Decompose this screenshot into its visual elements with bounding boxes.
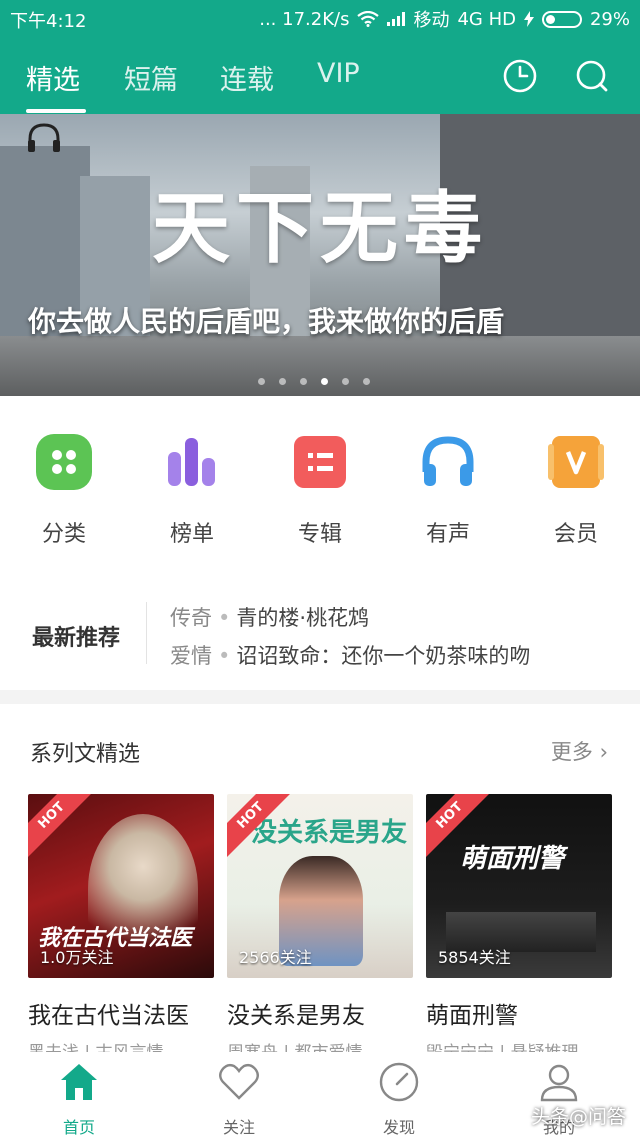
book-title: 没关系是男友 xyxy=(227,1003,365,1029)
follow-count: 5854关注 xyxy=(438,948,511,967)
nav-label: 首页 xyxy=(62,1118,95,1137)
category-label: 有声 xyxy=(425,522,470,547)
latest-tag: 传奇 xyxy=(170,606,212,630)
separator-dot: • xyxy=(218,644,231,668)
clock-icon[interactable] xyxy=(502,58,538,94)
latest-item[interactable]: 爱情 • 诏诏致命：还你一个奶茶味的吻 xyxy=(170,640,530,670)
separator-dot: • xyxy=(218,606,231,630)
latest-text: 青的楼·桃花鸩 xyxy=(236,606,370,630)
cover-title: 萌面刑警 xyxy=(460,844,565,874)
latest-item[interactable]: 传奇 • 青的楼·桃花鸩 xyxy=(170,602,369,632)
chevron-right-icon: › xyxy=(599,740,608,764)
carousel-dot[interactable] xyxy=(363,378,370,385)
category-label: 分类 xyxy=(41,522,86,547)
status-time: 下午4:12 xyxy=(10,11,87,32)
book-title: 萌面刑警 xyxy=(426,1003,518,1029)
book-meta: 毁宁宁宁 | 悬疑推理 xyxy=(426,1038,612,1052)
book-cover: 我在古代当法医 HOT 1.0万关注 xyxy=(28,794,214,978)
watermark: 头条@问答 xyxy=(530,1106,626,1128)
book-title: 我在古代当法医 xyxy=(28,1003,189,1029)
more-label: 更多 xyxy=(550,740,593,764)
category-ranking[interactable]: 榜单 xyxy=(137,434,247,548)
vip-icon xyxy=(548,434,604,490)
tab-serial[interactable]: 连载 xyxy=(220,58,274,97)
user-icon xyxy=(540,1064,578,1102)
nav-discover[interactable]: 发现 xyxy=(349,1060,449,1137)
latest-label: 最新推荐 xyxy=(32,626,121,651)
nav-follow[interactable]: 关注 xyxy=(189,1060,289,1137)
more-link[interactable]: 更多 › xyxy=(551,736,608,766)
category-album[interactable]: 专辑 xyxy=(265,434,375,548)
carousel-dot[interactable] xyxy=(258,378,265,385)
follow-count: 1.0万关注 xyxy=(40,948,114,967)
search-icon[interactable] xyxy=(574,58,610,94)
divider xyxy=(146,602,147,664)
book-card[interactable]: 萌面刑警 HOT 5854关注 萌面刑警 毁宁宁宁 | 悬疑推理 xyxy=(426,794,612,1052)
tab-vip[interactable]: VIP xyxy=(317,58,360,89)
hot-badge: HOT xyxy=(28,794,96,860)
carousel-dot[interactable] xyxy=(321,378,328,385)
nav-label: 关注 xyxy=(222,1118,255,1137)
follow-count: 2566关注 xyxy=(239,948,312,967)
battery-percent: 29% xyxy=(589,8,630,30)
latest-text: 诏诏致命：还你一个奶茶味的吻 xyxy=(236,644,531,668)
book-cover: 萌面刑警 HOT 5854关注 xyxy=(426,794,612,978)
book-meta: 周寒舟 | 都市爱情 xyxy=(227,1038,413,1052)
section-divider xyxy=(0,690,640,704)
banner-subtitle: 你去做人民的后盾吧，我来做你的后盾 xyxy=(28,305,505,338)
category-member[interactable]: 会员 xyxy=(521,434,631,548)
headphones-icon xyxy=(420,434,476,490)
book-card[interactable]: 没关系是男友 HOT 2566关注 没关系是男友 周寒舟 | 都市爱情 xyxy=(227,794,413,1052)
active-tab-indicator xyxy=(26,109,86,113)
charging-icon xyxy=(523,11,534,27)
carousel-dot[interactable] xyxy=(342,378,349,385)
carousel-dot[interactable] xyxy=(300,378,307,385)
top-tabs: 精选 短篇 连载 VIP xyxy=(0,50,640,114)
category-icon xyxy=(36,434,92,490)
tab-featured[interactable]: 精选 xyxy=(26,58,80,97)
chart-icon xyxy=(164,434,220,490)
app-header: 下午4:12 ... 17.2K/s 移动 4G HD 29% 精选 短篇 连载… xyxy=(0,0,640,114)
category-audio[interactable]: 有声 xyxy=(393,434,503,548)
status-right: ... 17.2K/s 移动 4G HD 29% xyxy=(259,6,630,32)
banner-carousel[interactable]: 天下无毒 你去做人民的后盾吧，我来做你的后盾 xyxy=(0,114,640,396)
carousel-dots xyxy=(258,378,370,385)
category-label: 榜单 xyxy=(169,522,214,547)
battery-icon xyxy=(541,10,582,28)
network-type: 4G HD xyxy=(457,8,516,30)
compass-icon xyxy=(379,1062,419,1102)
category-classify[interactable]: 分类 xyxy=(9,434,119,548)
wifi-icon xyxy=(357,11,380,27)
headphones-icon xyxy=(28,123,60,152)
book-card[interactable]: 我在古代当法医 HOT 1.0万关注 我在古代当法医 黑夫浅 | 古风言情 xyxy=(28,794,214,1052)
section-title: 系列文精选 xyxy=(30,742,141,767)
book-meta: 黑夫浅 | 古风言情 xyxy=(28,1038,214,1052)
category-label: 专辑 xyxy=(297,522,342,547)
home-icon xyxy=(61,1064,97,1100)
banner-title: 天下无毒 xyxy=(151,184,488,274)
cover-title: 没关系是男友 xyxy=(251,818,408,848)
latest-tag: 爱情 xyxy=(170,644,212,668)
nav-home[interactable]: 首页 xyxy=(29,1060,129,1137)
category-label: 会员 xyxy=(553,522,598,547)
tab-short[interactable]: 短篇 xyxy=(124,58,178,97)
book-cover: 没关系是男友 HOT 2566关注 xyxy=(227,794,413,978)
latest-recommendations: 最新推荐 传奇 • 青的楼·桃花鸩 爱情 • 诏诏致命：还你一个奶茶味的吻 xyxy=(0,596,640,676)
heart-icon xyxy=(219,1063,259,1100)
network-speed: ... 17.2K/s xyxy=(259,8,350,30)
status-bar: 下午4:12 ... 17.2K/s 移动 4G HD 29% xyxy=(0,0,640,36)
album-icon xyxy=(292,434,348,490)
carousel-dot[interactable] xyxy=(279,378,286,385)
banner-street xyxy=(0,336,640,396)
signal-icon xyxy=(387,12,406,26)
carrier-name: 移动 xyxy=(413,10,450,31)
nav-label: 发现 xyxy=(382,1118,415,1137)
